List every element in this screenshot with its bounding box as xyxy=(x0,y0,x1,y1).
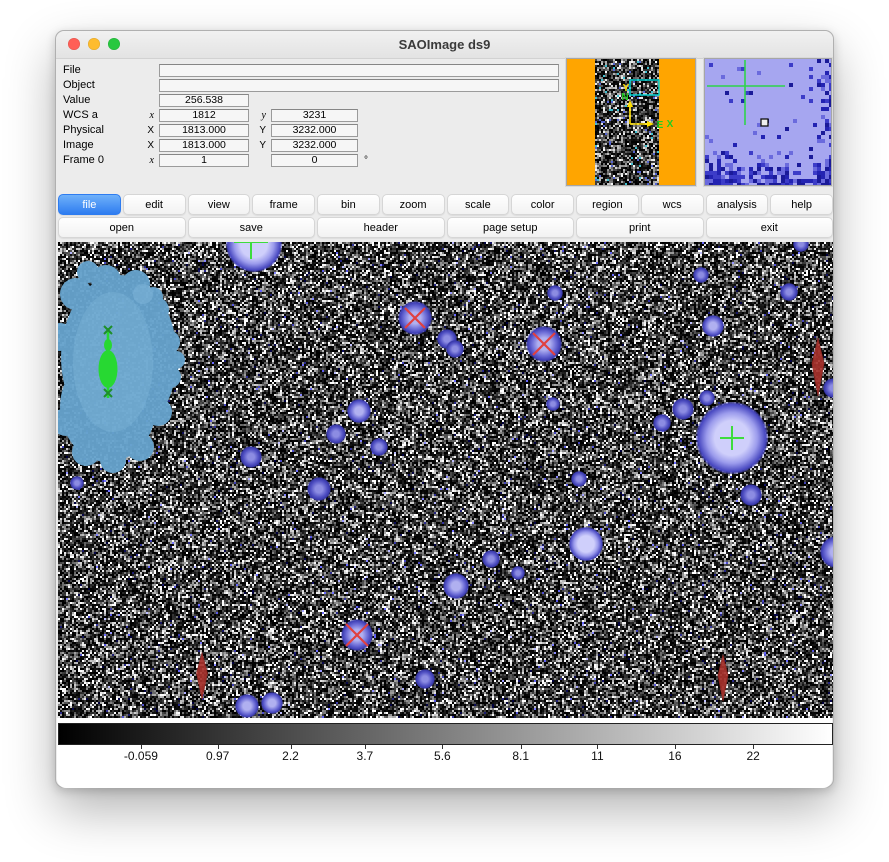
frame-0-field-2[interactable]: 0 xyxy=(271,154,358,167)
compass-e-label: E xyxy=(657,120,664,131)
frame-0-field-1[interactable]: 1 xyxy=(159,154,249,167)
info-label-image: Image xyxy=(63,139,94,151)
colorbar-tick-label: 22 xyxy=(746,749,759,763)
value-field[interactable]: 256.538 xyxy=(159,94,249,107)
info-label-file: File xyxy=(63,64,81,76)
fullscreen-icon[interactable] xyxy=(108,38,120,50)
colorbar-tick-label: 16 xyxy=(668,749,681,763)
compass-n-label: N xyxy=(621,92,628,103)
image-field-2[interactable]: 3232.000 xyxy=(271,139,358,152)
x-point-marker[interactable] xyxy=(533,333,555,355)
menu-button-color[interactable]: color xyxy=(511,194,574,215)
diamond-marker[interactable] xyxy=(718,655,728,701)
wcs-a-field-2[interactable]: 3231 xyxy=(271,109,358,122)
menu-button-edit[interactable]: edit xyxy=(123,194,186,215)
colorbar-tick-label: -0.059 xyxy=(124,749,158,763)
panner-panel[interactable]: Y N E X xyxy=(566,58,696,186)
menu-button-exit[interactable]: exit xyxy=(706,217,834,238)
menu-button-analysis[interactable]: analysis xyxy=(706,194,769,215)
compass-x-label: X xyxy=(667,119,674,130)
panner-viewport-box[interactable] xyxy=(630,80,659,95)
colorbar-tick-label: 2.2 xyxy=(282,749,299,763)
colorbar-tick-label: 3.7 xyxy=(357,749,374,763)
frame-0-degree-label: ° xyxy=(364,155,368,166)
menu-button-frame[interactable]: frame xyxy=(252,194,315,215)
info-label-object: Object xyxy=(63,79,95,91)
menu-button-region[interactable]: region xyxy=(576,194,639,215)
menu-button-scale[interactable]: scale xyxy=(447,194,510,215)
menu-button-wcs[interactable]: wcs xyxy=(641,194,704,215)
menu-button-header[interactable]: header xyxy=(317,217,445,238)
colorbar-tick-label: 0.97 xyxy=(206,749,229,763)
wcs-a-axis2-label: y xyxy=(252,110,266,121)
image-axis1-label: X xyxy=(140,140,154,151)
menu-button-zoom[interactable]: zoom xyxy=(382,194,445,215)
info-label-physical: Physical xyxy=(63,124,104,136)
colorbar-tick-label: 5.6 xyxy=(434,749,451,763)
image-axis2-label: Y xyxy=(252,140,266,151)
panner-overlay: Y N E X xyxy=(567,59,696,186)
info-label-value: Value xyxy=(63,94,90,106)
menu-bar: fileeditviewframebinzoomscalecolorregion… xyxy=(58,194,833,215)
close-icon[interactable] xyxy=(68,38,80,50)
diamond-marker[interactable] xyxy=(197,653,208,699)
physical-field-2[interactable]: 3232.000 xyxy=(271,124,358,137)
image-display[interactable] xyxy=(58,242,833,718)
menu-button-open[interactable]: open xyxy=(58,217,186,238)
info-label-wcs-a: WCS a xyxy=(63,109,98,121)
file-field[interactable] xyxy=(159,64,559,77)
frame-0-axis1-label: x xyxy=(140,155,154,166)
menu-button-print[interactable]: print xyxy=(576,217,704,238)
menu-button-page-setup[interactable]: page setup xyxy=(447,217,575,238)
colorbar-tick-label: 8.1 xyxy=(512,749,529,763)
menu-button-file[interactable]: file xyxy=(58,194,121,215)
menu-button-save[interactable]: save xyxy=(188,217,316,238)
menu-button-help[interactable]: help xyxy=(770,194,833,215)
menu-button-view[interactable]: view xyxy=(188,194,251,215)
x-point-marker[interactable] xyxy=(405,308,425,328)
titlebar[interactable]: SAOImage ds9 xyxy=(56,31,833,59)
magnifier-overlay xyxy=(705,59,832,186)
cross-point-marker[interactable] xyxy=(720,426,744,450)
colorbar[interactable] xyxy=(58,723,833,745)
image-field-1[interactable]: 1813.000 xyxy=(159,139,249,152)
wcs-a-field-1[interactable]: 1812 xyxy=(159,109,249,122)
info-label-frame-0: Frame 0 xyxy=(63,154,104,166)
traffic-lights xyxy=(68,38,120,50)
ds9-window: SAOImage ds9 File Object Value 256.538 WCS a… xyxy=(55,30,834,788)
magnifier-panel xyxy=(704,58,832,186)
x-point-marker[interactable] xyxy=(346,624,368,646)
object-field[interactable] xyxy=(159,79,559,92)
physical-axis1-label: X xyxy=(140,125,154,136)
window-title: SAOImage ds9 xyxy=(56,31,833,58)
minimize-icon[interactable] xyxy=(88,38,100,50)
physical-field-1[interactable]: 1813.000 xyxy=(159,124,249,137)
region-markers xyxy=(58,242,833,718)
menu-button-bin[interactable]: bin xyxy=(317,194,380,215)
file-submenu-bar: opensaveheaderpage setupprintexit xyxy=(58,217,833,238)
wcs-a-axis1-label: x xyxy=(140,110,154,121)
compass-right-arrow-icon xyxy=(647,121,654,127)
cross-point-marker[interactable] xyxy=(234,242,268,259)
diamond-marker[interactable] xyxy=(812,338,824,396)
magnifier-cursor-box xyxy=(761,119,768,126)
colorbar-tick-label: 11 xyxy=(591,749,603,763)
desktop: SAOImage ds9 File Object Value 256.538 WCS a… xyxy=(0,0,889,862)
physical-axis2-label: Y xyxy=(252,125,266,136)
